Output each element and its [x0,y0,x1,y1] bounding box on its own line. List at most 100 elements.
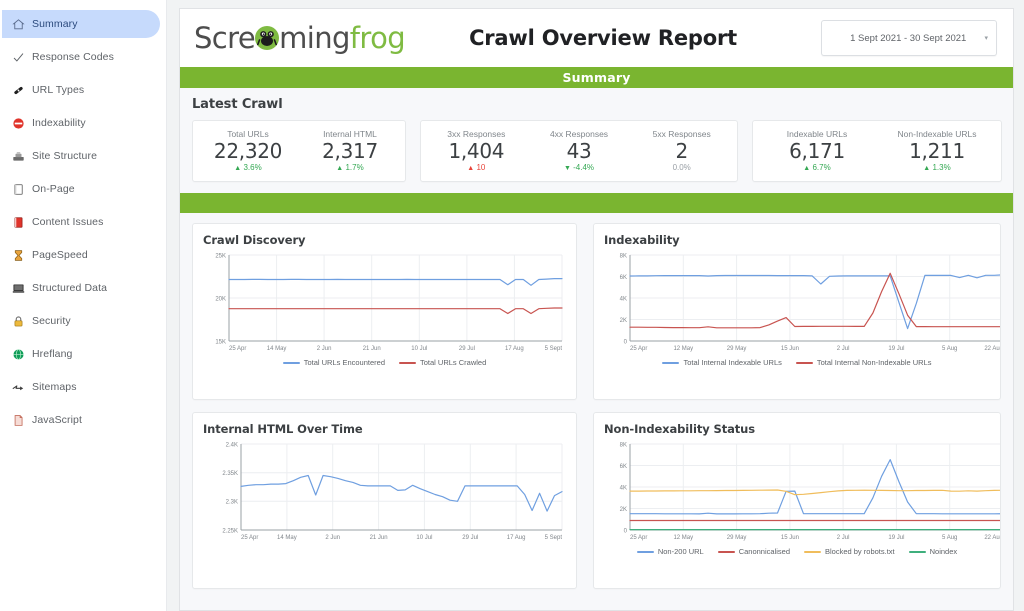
kpi-delta: ▼ -4.4% [532,163,627,172]
svg-text:25 Apr: 25 Apr [229,346,246,352]
sidebar-item-summary[interactable]: Summary [2,10,160,38]
sidebar-item-security[interactable]: Security [2,307,160,335]
legend-item: Canonnicalised [718,547,790,556]
svg-text:12 May: 12 May [673,346,693,352]
sidebar-item-hreflang[interactable]: Hreflang [2,340,160,368]
kpi-3xx-responses: 3xx Responses1,404▲ 10 [425,129,528,172]
svg-text:2 Jul: 2 Jul [837,535,850,541]
svg-text:5 Sept: 5 Sept [545,535,563,541]
legend-label: Canonnicalised [739,547,790,556]
no-entry-icon [12,117,25,130]
sidebar-item-label: Structured Data [32,283,107,294]
sidebar-item-indexability[interactable]: Indexability [2,109,160,137]
date-range-picker[interactable]: 1 Sept 2021 - 30 Sept 2021 ▾ [821,20,997,56]
secondary-banner [180,193,1013,213]
screamingfrog-logo: Scremingfrog [194,24,405,53]
sidebar-item-label: Summary [32,19,78,30]
sidebar-item-pagespeed[interactable]: PageSpeed [2,241,160,269]
sidebar-item-label: Security [32,316,71,327]
sidebar-item-label: JavaScript [32,415,82,426]
sidebar-item-label: Indexability [32,118,86,129]
kpi-delta: ▲ 3.6% [201,163,295,172]
kpi-delta-value: 6.7% [812,163,830,172]
logo-text-part1: Scre [194,24,255,53]
logo-text-part2: ming [279,24,350,53]
trend-arrow-icon: ▲ [336,165,343,172]
kpi-label: 3xx Responses [429,129,524,139]
red-book-icon [12,216,25,229]
sidebar-item-on-page[interactable]: On-Page [2,175,160,203]
svg-text:29 May: 29 May [727,535,747,541]
sitemap-icon [12,150,25,163]
trend-arrow-icon: ▲ [234,165,241,172]
svg-text:2 Jun: 2 Jun [317,346,332,352]
kpi-value: 2,317 [303,140,397,162]
sidebar-item-label: On-Page [32,184,75,195]
sidebar-item-label: PageSpeed [32,250,88,261]
kpi-delta-value: 1.3% [932,163,950,172]
kpi-delta: ▲ 1.7% [303,163,397,172]
chart-title: Crawl Discovery [203,233,566,247]
sidebar-item-sitemaps[interactable]: Sitemaps [2,373,160,401]
kpi-delta-value: 10 [476,163,485,172]
svg-text:19 Jul: 19 Jul [888,346,904,352]
kpi-value: 22,320 [201,140,295,162]
legend-item: Noindex [909,547,958,556]
svg-text:2K: 2K [620,318,627,324]
trend-arrow-icon: ▼ [564,165,571,172]
svg-text:8K: 8K [620,443,627,449]
kpi-5xx-responses: 5xx Responses2 0.0% [630,129,733,172]
kpi-label: Total URLs [201,129,295,139]
svg-text:5 Sept: 5 Sept [545,346,563,352]
summary-banner: Summary [180,67,1013,88]
sidebar-item-label: Hreflang [32,349,73,360]
svg-text:19 Jul: 19 Jul [888,535,904,541]
svg-text:21 Jun: 21 Jun [363,346,381,352]
kpi-internal-html: Internal HTML2,317▲ 1.7% [299,129,401,172]
svg-text:25K: 25K [215,254,226,260]
kpi-card-row: Total URLs22,320▲ 3.6%Internal HTML2,317… [192,120,1001,182]
sidebar-item-response-codes[interactable]: Response Codes [2,43,160,71]
sidebar-item-label: Sitemaps [32,382,77,393]
kpi-card-crawl-totals: Total URLs22,320▲ 3.6%Internal HTML2,317… [192,120,406,182]
kpi-delta: 0.0% [634,163,729,172]
legend-item: Total Internal Indexable URLs [662,358,781,367]
monitor-icon [12,282,25,295]
sidebar-item-content-issues[interactable]: Content Issues [2,208,160,236]
check-icon [12,51,25,64]
legend-swatch-icon [662,362,679,364]
legend-item: Total Internal Non-Indexable URLs [796,358,932,367]
chart-legend-crawl-discovery: Total URLs EncounteredTotal URLs Crawled [203,358,566,367]
svg-text:10 Jul: 10 Jul [411,346,427,352]
chart-title: Internal HTML Over Time [203,422,566,436]
svg-text:29 Jul: 29 Jul [462,535,478,541]
kpi-card-indexability: Indexable URLs6,171▲ 6.7%Non-Indexable U… [752,120,1002,182]
kpi-label: Non-Indexable URLs [881,129,993,139]
home-icon [12,18,25,31]
svg-text:5 Aug: 5 Aug [942,346,957,352]
app-root: Summary Response Codes URL Types Indexabili… [0,0,1024,611]
legend-label: Total Internal Non-Indexable URLs [817,358,932,367]
svg-text:2 Jul: 2 Jul [837,346,850,352]
chart-plot-internal-html-over-time: 2.25K2.3K2.35K2.4K25 Apr14 May2 Jun21 Ju… [203,438,568,546]
sidebar-item-javascript[interactable]: JavaScript [2,406,160,434]
svg-text:29 Jul: 29 Jul [459,346,475,352]
svg-text:15 Jun: 15 Jun [781,535,799,541]
sidebar-item-site-structure[interactable]: Site Structure [2,142,160,170]
report-panel: Scremingfrog Crawl Overview Report 1 Sep… [179,8,1014,611]
hourglass-icon [12,249,25,262]
kpi-card-responses: 3xx Responses1,404▲ 104xx Responses43▼ -… [420,120,738,182]
sidebar-item-structured-data[interactable]: Structured Data [2,274,160,302]
chart-legend-indexability: Total Internal Indexable URLs Total Inter… [604,358,990,367]
svg-text:20K: 20K [215,297,226,303]
svg-text:8K: 8K [620,254,627,260]
svg-text:17 Aug: 17 Aug [505,346,524,352]
frog-icon [255,26,279,50]
svg-text:6K: 6K [620,464,627,470]
sidebar-item-label: Site Structure [32,151,97,162]
sidebar-item-url-types[interactable]: URL Types [2,76,160,104]
svg-text:17 Aug: 17 Aug [507,535,526,541]
svg-text:2 Jun: 2 Jun [325,535,340,541]
chart-plot-indexability: 02K4K6K8K25 Apr12 May29 May15 Jun2 Jul19… [604,249,1001,357]
legend-label: Total Internal Indexable URLs [683,358,781,367]
